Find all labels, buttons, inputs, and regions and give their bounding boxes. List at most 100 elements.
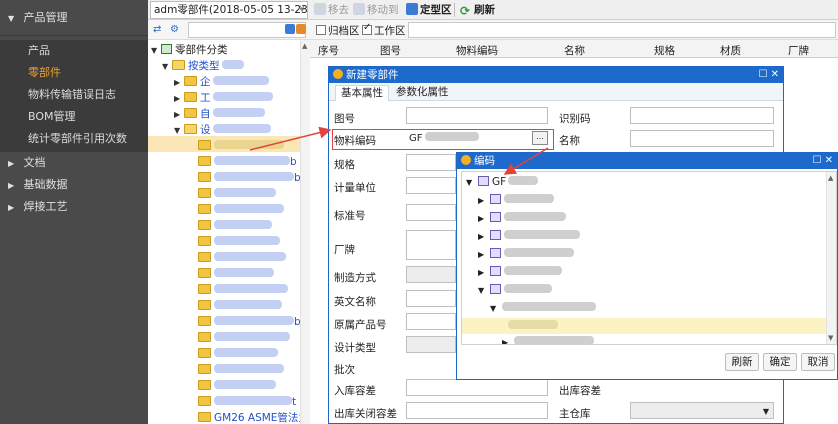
expand-icon[interactable]: ▶ [502,335,514,344]
collapse-icon[interactable]: ▼ [490,301,502,317]
tree-node[interactable]: ▶ 企 [174,74,269,90]
tree-leaf[interactable] [198,362,284,378]
main-warehouse-select[interactable]: ▼ [630,402,774,419]
tree-leaf[interactable] [198,234,280,250]
collapse-icon[interactable]: ▼ [162,59,172,75]
sort-node-icon[interactable] [296,24,306,34]
collapse-icon[interactable]: ▼ [478,283,490,299]
tab-basic-attributes[interactable]: 基本属性 [335,85,389,101]
tab-parametric-attributes[interactable]: 参数化属性 [391,85,454,101]
col-index[interactable]: 序号 [318,43,339,58]
nav-section-product[interactable]: ▼ 产品管理 [0,0,148,36]
code-tree-node[interactable]: ▶ [478,228,580,244]
tree-node-by-type[interactable]: ▼ 按类型 [162,58,244,74]
collapse-icon[interactable]: ▼ [466,175,478,191]
nav-item-transfer-log[interactable]: 物料传输错误日志 [0,84,148,106]
close-icon[interactable]: ✕ [825,155,833,166]
col-drawing-no[interactable]: 图号 [380,43,401,58]
unit-input[interactable] [406,177,456,194]
standard-no-input[interactable] [406,204,456,221]
expand-icon[interactable]: ▶ [478,193,490,209]
tree-settings-icon[interactable]: ⚙ [170,24,179,35]
tree-leaf[interactable]: b [198,170,301,186]
origin-product-input[interactable] [406,313,456,330]
refresh-button[interactable]: ⟳ 刷新 [460,2,495,18]
expand-icon[interactable]: ▶ [478,229,490,245]
collapse-icon[interactable]: ▼ [151,43,161,59]
col-brand[interactable]: 厂牌 [788,43,809,58]
move-to-button[interactable]: 移动到 [353,2,399,18]
nav-section-basic-data[interactable]: ▶ 基础数据 [0,174,148,196]
drawing-no-input[interactable] [406,107,548,124]
confirm-button[interactable]: 确定 [763,353,797,371]
expand-icon[interactable]: ▶ [478,247,490,263]
tree-leaf-selected[interactable] [198,138,284,154]
nav-item-stats[interactable]: 统计零部件引用次数 [0,128,148,150]
code-tree-scrollbar[interactable]: ▲ ▼ [826,172,836,344]
code-tree-node[interactable]: ▶ [502,334,594,344]
tree-leaf[interactable] [198,250,286,266]
tree-leaf[interactable] [198,298,282,314]
tree-leaf[interactable] [198,202,284,218]
brand-input[interactable] [406,230,456,260]
code-tree-node[interactable]: ▼ [478,282,552,298]
code-tree-node[interactable]: ▶ [478,264,562,280]
inbound-tolerance-input[interactable] [406,379,548,396]
tree-node[interactable]: ▶ 工 [174,90,273,106]
identifier-input[interactable] [630,107,774,124]
tree-leaf[interactable] [198,218,272,234]
tree-leaf[interactable]: t [198,394,296,410]
code-tree-node[interactable]: ▶ [478,192,554,208]
name-input[interactable] [630,130,774,147]
manufacture-mode-select[interactable] [406,266,456,283]
double-chevron-icon[interactable]: ¥ [299,2,305,18]
expand-icon[interactable]: ▶ [478,265,490,281]
nav-section-welding[interactable]: ▶ 焊接工艺 [0,196,148,218]
tree-leaf[interactable] [198,282,288,298]
expand-icon[interactable]: ▶ [478,211,490,227]
code-tree-node[interactable]: ▼ [490,300,596,316]
english-name-input[interactable] [406,290,456,307]
grid-filter-input[interactable] [408,22,836,38]
outbound-close-tolerance-input[interactable] [406,402,548,419]
refresh-code-button[interactable]: 刷新 [725,353,759,371]
col-material-code[interactable]: 物料编码 [456,43,498,58]
code-tree-leaf-selected[interactable] [508,318,558,334]
nav-item-parts[interactable]: 零部件 [0,62,148,84]
remove-button[interactable]: 移去 [314,2,349,18]
scroll-up-icon[interactable]: ▲ [828,174,833,182]
tree-scrollbar[interactable]: ▲ [300,40,310,424]
nav-section-docs[interactable]: ▶ 文档 [0,152,148,174]
code-tree-root[interactable]: ▼ GF [466,174,539,191]
add-node-icon[interactable] [285,24,295,34]
design-type-select[interactable] [406,336,456,353]
spec-input[interactable] [406,154,456,171]
expand-icon[interactable]: ▶ [174,75,184,91]
tree-leaf[interactable] [198,346,278,362]
tree-leaf[interactable] [198,266,274,282]
expand-icon[interactable]: ▶ [174,107,184,123]
collapse-icon[interactable]: ▼ [174,123,184,139]
scroll-up-icon[interactable]: ▲ [302,42,307,50]
code-tree-node[interactable]: ▶ [478,210,566,226]
cancel-button[interactable]: 取消 [801,353,835,371]
tab-parts[interactable]: adm零部件(2018-05-05 13-23-5' ¥ [150,1,308,19]
tree-leaf[interactable]: GM26 ASME管法兰 [198,410,309,424]
tree-leaf[interactable] [198,378,276,394]
expand-icon[interactable]: ▶ [174,91,184,107]
sync-icon[interactable]: ⇄ [153,24,161,35]
col-name[interactable]: 名称 [564,43,585,58]
nav-item-product[interactable]: 产品 [0,40,148,62]
archive-checkbox[interactable]: 归档区 [316,23,360,38]
maximize-icon[interactable]: ☐ [812,155,821,166]
scroll-down-icon[interactable]: ▼ [828,334,833,342]
nav-item-bom[interactable]: BOM管理 [0,106,148,128]
code-tree-node[interactable]: ▶ [478,246,574,262]
tree-leaf[interactable]: b [198,314,301,330]
workspace-checkbox[interactable]: 工作区 [362,22,406,38]
tree-leaf[interactable] [198,186,276,202]
close-icon[interactable]: ✕ [771,69,779,80]
tree-root[interactable]: ▼ 零部件分类 [151,42,228,58]
maximize-icon[interactable]: ☐ [758,69,767,80]
tree-node[interactable]: ▼ 设 [174,122,271,138]
